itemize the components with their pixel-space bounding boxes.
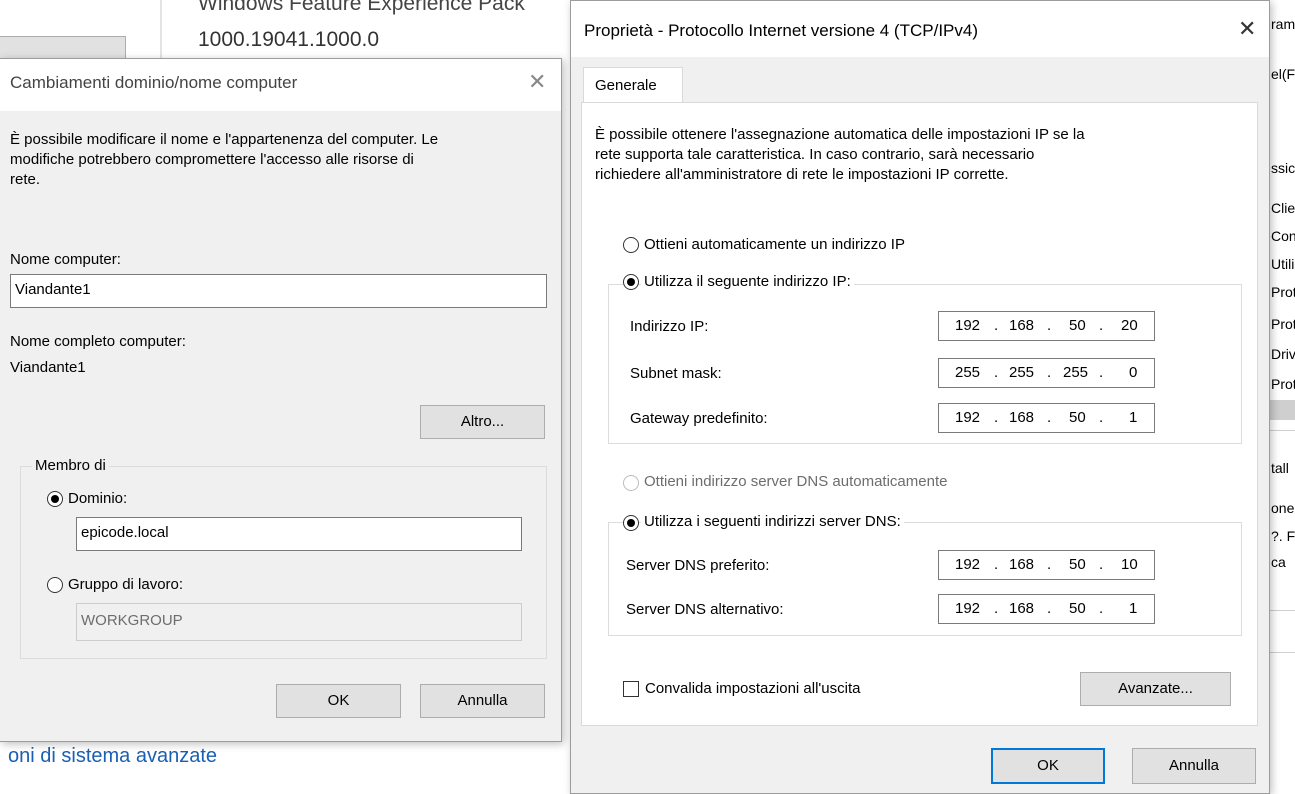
auto-ip-label: Ottieni automaticamente un indirizzo IP bbox=[644, 236, 905, 253]
subnet-mask-label: Subnet mask: bbox=[630, 365, 722, 382]
strip-text: Con bbox=[1271, 228, 1295, 244]
validate-checkbox[interactable] bbox=[623, 681, 639, 697]
strip-text: ram bbox=[1271, 16, 1295, 32]
strip-text: ssic bbox=[1271, 160, 1295, 176]
computer-name-dialog: Cambiamenti dominio/nome computer ✕ È po… bbox=[0, 58, 562, 742]
subnet-mask-input[interactable]: 255 . 255 . 255 . 0 bbox=[938, 358, 1155, 388]
background-divider-line bbox=[1269, 652, 1295, 653]
ip-octet: 168 bbox=[1009, 317, 1035, 334]
strip-text: tall bbox=[1271, 460, 1289, 476]
description-line: modifiche potrebbero compromettere l'acc… bbox=[10, 151, 414, 168]
general-tab-panel: È possibile ottenere l'assegnazione auto… bbox=[581, 102, 1258, 726]
auto-ip-radio[interactable] bbox=[623, 237, 639, 253]
static-dns-radio[interactable] bbox=[623, 515, 639, 531]
ip-octet: 50 bbox=[1069, 556, 1086, 573]
description-line: rete supporta tale caratteristica. In ca… bbox=[595, 146, 1035, 163]
description-line: È possibile ottenere l'assegnazione auto… bbox=[595, 126, 1085, 143]
member-of-legend: Membro di bbox=[32, 457, 109, 474]
description-line: rete. bbox=[10, 171, 41, 188]
ip-octet: 192 bbox=[955, 409, 981, 426]
ok-button[interactable]: OK bbox=[991, 748, 1105, 784]
feature-pack-label: Windows Feature Experience Pack bbox=[198, 0, 525, 15]
ip-octet: 192 bbox=[955, 317, 981, 334]
ip-octet: 255 bbox=[955, 364, 981, 381]
ip-octet: 1 bbox=[1129, 409, 1138, 426]
gateway-input[interactable]: 192 . 168 . 50 . 1 bbox=[938, 403, 1155, 433]
cancel-button[interactable]: Annulla bbox=[1132, 748, 1256, 784]
background-divider-line bbox=[1269, 610, 1295, 611]
strip-text: Driv bbox=[1271, 346, 1295, 362]
ip-octet: 50 bbox=[1069, 317, 1086, 334]
validate-label: Convalida impostazioni all'uscita bbox=[645, 680, 861, 697]
ip-octet: 255 bbox=[1063, 364, 1089, 381]
close-icon[interactable]: ✕ bbox=[1238, 18, 1256, 40]
dialog-titlebar: Proprietà - Protocollo Internet versione… bbox=[571, 1, 1269, 57]
tcpip-properties-dialog: Proprietà - Protocollo Internet versione… bbox=[570, 0, 1270, 794]
ip-octet: 0 bbox=[1129, 364, 1138, 381]
auto-dns-radio[interactable] bbox=[623, 475, 639, 491]
advanced-button[interactable]: Avanzate... bbox=[1080, 672, 1231, 706]
workgroup-input[interactable]: WORKGROUP bbox=[76, 603, 522, 641]
description-line: richiedere all'amministratore di rete le… bbox=[595, 166, 1009, 183]
ip-octet: 168 bbox=[1009, 600, 1035, 617]
static-dns-label: Utilizza i seguenti indirizzi server DNS… bbox=[641, 513, 904, 530]
ip-octet: 192 bbox=[955, 556, 981, 573]
description-line: È possibile modificare il nome e l'appar… bbox=[10, 131, 439, 148]
static-ip-radio[interactable] bbox=[623, 274, 639, 290]
dialog-title: Proprietà - Protocollo Internet versione… bbox=[584, 21, 978, 40]
tab-general[interactable]: Generale bbox=[583, 67, 683, 103]
alternate-dns-input[interactable]: 192 . 168 . 50 . 1 bbox=[938, 594, 1155, 624]
ip-octet: 10 bbox=[1121, 556, 1138, 573]
strip-text: el(F bbox=[1271, 66, 1295, 82]
advanced-system-settings-link[interactable]: oni di sistema avanzate bbox=[8, 745, 217, 768]
tab-general-label: Generale bbox=[595, 77, 657, 94]
strip-text: Prot bbox=[1271, 376, 1295, 392]
feature-pack-version: 1000.19041.1000.0 bbox=[198, 28, 380, 51]
auto-dns-label: Ottieni indirizzo server DNS automaticam… bbox=[644, 473, 948, 490]
preferred-dns-input[interactable]: 192 . 168 . 50 . 10 bbox=[938, 550, 1155, 580]
dialog-titlebar: Cambiamenti dominio/nome computer ✕ bbox=[0, 59, 561, 111]
strip-text: Utili bbox=[1271, 256, 1295, 272]
computer-name-label: Nome computer: bbox=[10, 251, 121, 268]
full-name-label: Nome completo computer: bbox=[10, 333, 186, 350]
strip-text: ca bbox=[1271, 554, 1286, 570]
ip-octet: 255 bbox=[1009, 364, 1035, 381]
gateway-label: Gateway predefinito: bbox=[630, 410, 768, 427]
ok-button[interactable]: OK bbox=[276, 684, 401, 718]
ip-address-input[interactable]: 192 . 168 . 50 . 20 bbox=[938, 311, 1155, 341]
dialog-title: Cambiamenti dominio/nome computer bbox=[10, 73, 298, 92]
strip-text: one bbox=[1271, 500, 1295, 516]
strip-text: Prot bbox=[1271, 316, 1295, 332]
background-divider-line bbox=[1269, 430, 1295, 431]
ip-octet: 50 bbox=[1069, 600, 1086, 617]
full-name-value: Viandante1 bbox=[10, 359, 86, 376]
workgroup-label: Gruppo di lavoro: bbox=[68, 576, 184, 593]
close-icon[interactable]: ✕ bbox=[528, 71, 546, 93]
ip-octet: 1 bbox=[1129, 600, 1138, 617]
workgroup-radio[interactable] bbox=[47, 577, 63, 593]
background-right-strip: ram el(F ssic Clie Con Utili Prot Prot D… bbox=[1268, 0, 1295, 792]
cancel-button[interactable]: Annulla bbox=[420, 684, 545, 718]
domain-radio[interactable] bbox=[47, 491, 63, 507]
more-button[interactable]: Altro... bbox=[420, 405, 545, 439]
strip-text: ?. F bbox=[1271, 528, 1295, 544]
ip-octet: 20 bbox=[1121, 317, 1138, 334]
strip-text: Clie bbox=[1271, 200, 1295, 216]
computer-name-input[interactable]: Viandante1 bbox=[10, 274, 547, 308]
ip-address-label: Indirizzo IP: bbox=[630, 318, 709, 335]
preferred-dns-label: Server DNS preferito: bbox=[626, 557, 770, 574]
ip-octet: 192 bbox=[955, 600, 981, 617]
ip-octet: 168 bbox=[1009, 409, 1035, 426]
ip-octet: 50 bbox=[1069, 409, 1086, 426]
domain-input[interactable]: epicode.local bbox=[76, 517, 522, 551]
static-ip-label: Utilizza il seguente indirizzo IP: bbox=[641, 273, 854, 290]
background-divider bbox=[160, 0, 162, 60]
background-selected-row bbox=[1269, 400, 1295, 420]
domain-label: Dominio: bbox=[68, 490, 128, 507]
ip-octet: 168 bbox=[1009, 556, 1035, 573]
strip-text: Prot bbox=[1271, 284, 1295, 300]
alternate-dns-label: Server DNS alternativo: bbox=[626, 601, 784, 618]
